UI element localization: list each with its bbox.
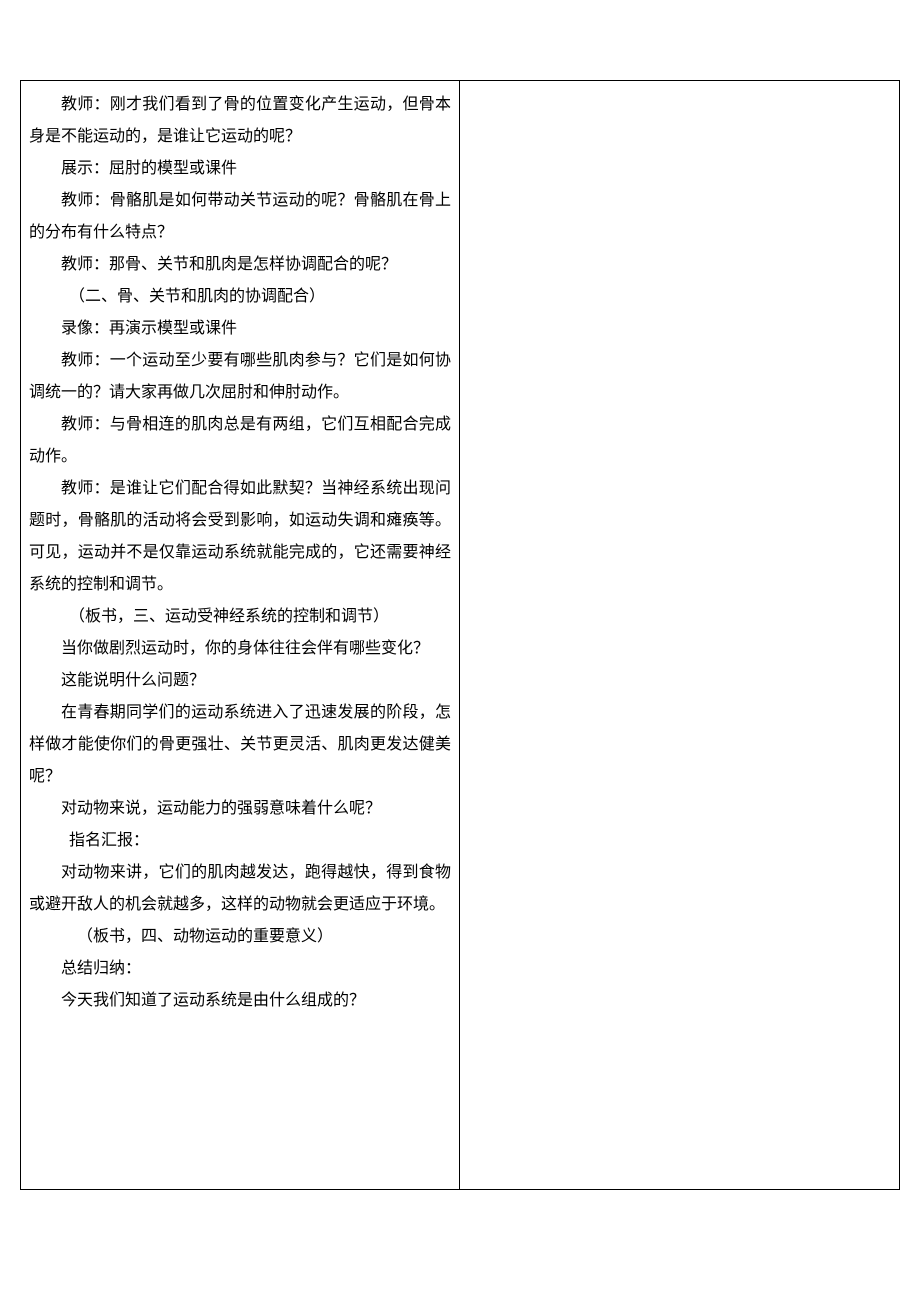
paragraph-0: 教师：刚才我们看到了骨的位置变化产生运动，但骨本身是不能运动的，是谁让它运动的呢… — [29, 89, 451, 153]
paragraph-1: 展示：屈肘的模型或课件 — [29, 153, 451, 185]
paragraph-3: 教师：那骨、关节和肌肉是怎样协调配合的呢？ — [29, 249, 451, 281]
paragraph-4: （二、骨、关节和肌肉的协调配合） — [29, 281, 451, 313]
paragraph-9: （板书，三、运动受神经系统的控制和调节） — [29, 601, 451, 633]
paragraph-12: 在青春期同学们的运动系统进入了迅速发展的阶段，怎样做才能使你们的骨更强壮、关节更… — [29, 697, 451, 793]
document-container: 教师：刚才我们看到了骨的位置变化产生运动，但骨本身是不能运动的，是谁让它运动的呢… — [20, 80, 900, 1190]
paragraph-13: 对动物来说，运动能力的强弱意味着什么呢？ — [29, 793, 451, 825]
paragraph-17: 总结归纳： — [29, 953, 451, 985]
paragraph-10: 当你做剧烈运动时，你的身体往往会伴有哪些变化？ — [29, 633, 451, 665]
paragraph-8: 教师：是谁让它们配合得如此默契？当神经系统出现问题时，骨骼肌的活动将会受到影响，… — [29, 473, 451, 601]
paragraph-11: 这能说明什么问题？ — [29, 665, 451, 697]
paragraph-15: 对动物来讲，它们的肌肉越发达，跑得越快，得到食物或避开敌人的机会就越多，这样的动… — [29, 857, 451, 921]
paragraph-18: 今天我们知道了运动系统是由什么组成的？ — [29, 985, 451, 1017]
paragraph-7: 教师：与骨相连的肌肉总是有两组，它们互相配合完成动作。 — [29, 409, 451, 473]
paragraph-2: 教师：骨骼肌是如何带动关节运动的呢？骨骼肌在骨上的分布有什么特点？ — [29, 185, 451, 249]
paragraph-16: （板书，四、动物运动的重要意义） — [29, 921, 451, 953]
right-column — [460, 81, 899, 1189]
paragraph-14: 指名汇报： — [29, 825, 451, 857]
left-column: 教师：刚才我们看到了骨的位置变化产生运动，但骨本身是不能运动的，是谁让它运动的呢… — [21, 81, 460, 1189]
paragraph-5: 录像：再演示模型或课件 — [29, 313, 451, 345]
paragraph-6: 教师：一个运动至少要有哪些肌肉参与？它们是如何协调统一的？请大家再做几次屈肘和伸… — [29, 345, 451, 409]
